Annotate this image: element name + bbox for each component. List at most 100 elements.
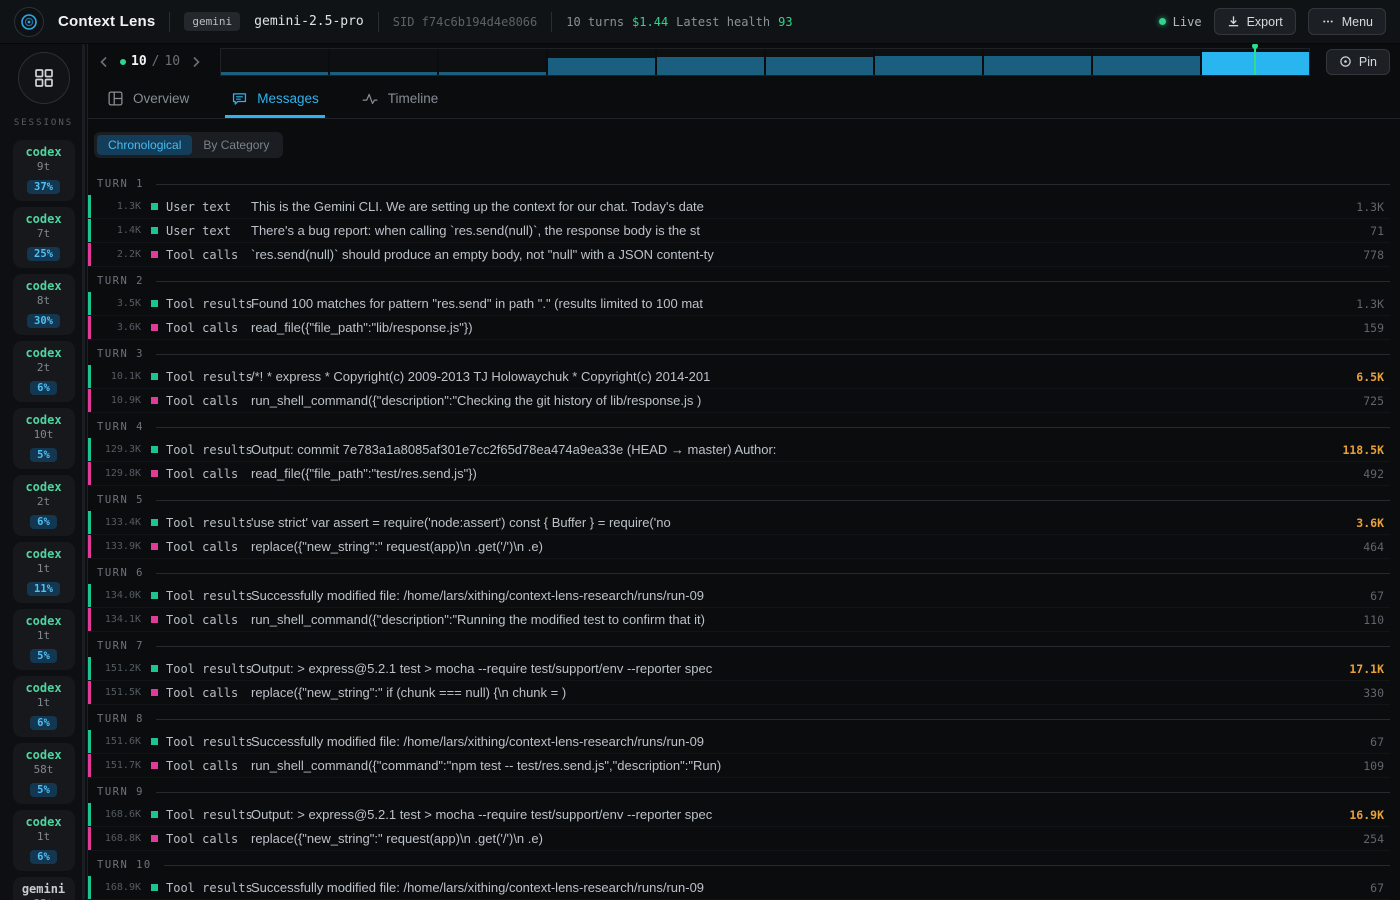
kind-dot-icon — [151, 300, 158, 307]
message-row[interactable]: 133.4KTool results'use strict' var asser… — [88, 511, 1390, 535]
message-row[interactable]: 151.2KTool resultsOutput: > express@5.2.… — [88, 657, 1390, 681]
pin-button[interactable]: Pin — [1326, 49, 1390, 75]
row-accent-bar — [88, 754, 91, 777]
context-segment[interactable] — [1093, 49, 1200, 75]
context-segment[interactable] — [766, 49, 873, 75]
row-accent-bar — [88, 876, 91, 899]
context-segment[interactable] — [875, 49, 982, 75]
message-row[interactable]: 1.4KUser textThere's a bug report: when … — [88, 219, 1390, 243]
turn-group: TURN 7 151.2KTool resultsOutput: > expres… — [88, 635, 1390, 705]
kind-label: Tool results — [166, 443, 251, 457]
session-usage-badge: 6% — [30, 381, 57, 395]
message-row[interactable]: 133.9KTool callsreplace({"new_string":" … — [88, 535, 1390, 559]
live-label: Live — [1173, 15, 1202, 29]
kind-dot-icon — [151, 397, 158, 404]
turn-label: TURN 1 — [97, 178, 144, 190]
message-row[interactable]: 10.9KTool callsrun_shell_command({"descr… — [88, 389, 1390, 413]
context-segment[interactable] — [221, 49, 328, 75]
context-segment[interactable] — [548, 49, 655, 75]
message-row[interactable]: 134.0KTool resultsSuccessfully modified … — [88, 584, 1390, 608]
context-usage-bar[interactable] — [220, 48, 1310, 76]
turn-group: TURN 6134.0KTool resultsSuccessfully mod… — [88, 562, 1390, 632]
row-accent-bar — [88, 389, 91, 412]
sidebar-scrollbar[interactable] — [82, 44, 85, 900]
turn-divider — [156, 354, 1390, 355]
message-row[interactable]: 3.6KTool callsread_file({"file_path":"li… — [88, 316, 1390, 340]
tab-timeline[interactable]: Timeline — [359, 79, 441, 118]
message-row[interactable]: 168.8KTool callsreplace({"new_string":" … — [88, 827, 1390, 851]
session-card[interactable]: codex9t37% — [13, 140, 75, 201]
context-segment[interactable] — [439, 49, 546, 75]
current-segment: 10 — [131, 54, 147, 69]
row-token-value: 67 — [1370, 881, 1384, 895]
message-row[interactable]: 3.5KTool resultsFound 100 matches for pa… — [88, 292, 1390, 316]
session-card[interactable]: codex2t6% — [13, 475, 75, 536]
message-row[interactable]: 151.6KTool resultsSuccessfully modified … — [88, 730, 1390, 754]
message-row[interactable]: 134.1KTool callsrun_shell_command({"desc… — [88, 608, 1390, 632]
tab-overview[interactable]: Overview — [105, 79, 191, 118]
session-turn-count: 9t — [13, 160, 75, 173]
session-card[interactable]: gemini25t10% — [13, 877, 75, 900]
message-preview: Output: commit 7e783a1a8085af301e7cc2f65… — [251, 442, 1342, 457]
kind-label: Tool calls — [166, 613, 251, 627]
session-card[interactable]: codex1t6% — [13, 676, 75, 737]
row-accent-bar — [88, 657, 91, 680]
session-card[interactable]: codex10t5% — [13, 408, 75, 469]
turn-group: TURN 9168.6KTool resultsOutput: > expres… — [88, 781, 1390, 851]
session-card[interactable]: codex1t5% — [13, 609, 75, 670]
sessions-grid-button[interactable] — [18, 52, 70, 104]
row-accent-bar — [88, 730, 91, 753]
session-card[interactable]: codex1t6% — [13, 810, 75, 871]
row-token-value: 67 — [1370, 735, 1384, 749]
kind-label: Tool results — [166, 735, 251, 749]
session-card[interactable]: codex58t5% — [13, 743, 75, 804]
toggle-by-category[interactable]: By Category — [192, 135, 280, 155]
session-agent: codex — [13, 748, 75, 762]
session-card[interactable]: codex1t11% — [13, 542, 75, 603]
message-row[interactable]: 168.9KTool resultsSuccessfully modified … — [88, 876, 1390, 900]
session-usage-badge: 5% — [30, 649, 57, 663]
row-token-value: 110 — [1363, 613, 1384, 627]
turn-divider — [156, 719, 1390, 720]
turn-group: TURN 8151.6KTool resultsSuccessfully mod… — [88, 708, 1390, 778]
toggle-chronological[interactable]: Chronological — [97, 135, 192, 155]
context-token-count: 134.0K — [101, 590, 141, 601]
turn-label: TURN 7 — [97, 640, 144, 652]
message-row[interactable]: 168.6KTool resultsOutput: > express@5.2.… — [88, 803, 1390, 827]
session-turn-count: 8t — [13, 294, 75, 307]
next-segment-button[interactable] — [186, 52, 206, 72]
context-token-count: 1.3K — [101, 201, 141, 212]
session-card[interactable]: codex7t25% — [13, 207, 75, 268]
row-accent-bar — [88, 535, 91, 558]
message-row[interactable]: 2.2KTool calls`res.send(null)` should pr… — [88, 243, 1390, 267]
row-accent-bar — [88, 195, 91, 218]
separator: / — [152, 54, 160, 69]
tab-messages[interactable]: Messages — [229, 79, 321, 118]
export-button[interactable]: Export — [1214, 8, 1296, 35]
kind-dot-icon — [151, 835, 158, 842]
pin-target-icon — [1339, 55, 1352, 68]
message-row[interactable]: 1.3KUser textThis is the Gemini CLI. We … — [88, 195, 1390, 219]
kind-dot-icon — [151, 373, 158, 380]
prev-segment-button[interactable] — [94, 52, 114, 72]
message-row[interactable]: 129.8KTool callsread_file({"file_path":"… — [88, 462, 1390, 486]
message-row[interactable]: 129.3KTool resultsOutput: commit 7e783a1… — [88, 438, 1390, 462]
message-row[interactable]: 151.7KTool callsrun_shell_command({"comm… — [88, 754, 1390, 778]
menu-button[interactable]: Menu — [1308, 8, 1386, 35]
message-row[interactable]: 10.1KTool results/*! * express * Copyrig… — [88, 365, 1390, 389]
session-card[interactable]: codex8t30% — [13, 274, 75, 335]
context-segment[interactable] — [657, 49, 764, 75]
kind-dot-icon — [151, 665, 158, 672]
session-card[interactable]: codex2t6% — [13, 341, 75, 402]
context-segment[interactable] — [984, 49, 1091, 75]
context-token-count: 3.6K — [101, 322, 141, 333]
segment-fill — [548, 58, 655, 75]
turn-divider — [156, 792, 1390, 793]
context-segment[interactable] — [1202, 49, 1309, 75]
message-row[interactable]: 151.5KTool callsreplace({"new_string":" … — [88, 681, 1390, 705]
kind-dot-icon — [151, 519, 158, 526]
row-accent-bar — [88, 438, 91, 461]
turn-divider — [156, 281, 1390, 282]
context-segment[interactable] — [330, 49, 437, 75]
live-playhead-dot-icon — [1252, 44, 1258, 49]
